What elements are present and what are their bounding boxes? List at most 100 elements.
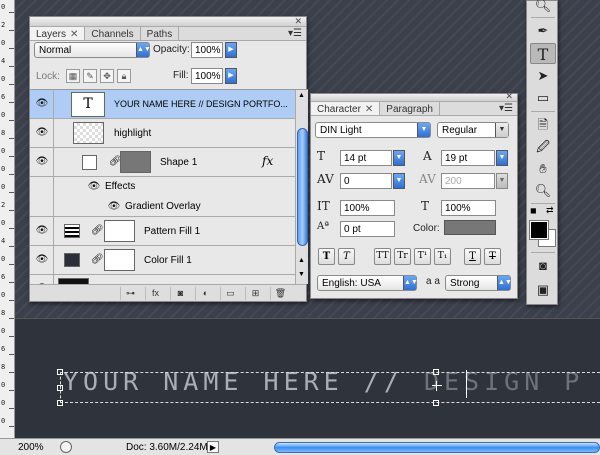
close-icon[interactable]: ✕ [505, 91, 513, 102]
tracking-field[interactable]: 200 [441, 173, 495, 189]
text-bounding-box[interactable] [60, 372, 600, 403]
fill-field[interactable]: 100% ▶ [191, 68, 237, 84]
zoom-level[interactable]: 200% [0, 442, 58, 453]
chevron-down-icon[interactable]: ▼ [393, 173, 405, 189]
horizontal-scale-field[interactable]: 100% [441, 200, 496, 216]
vertical-scale-field[interactable]: 100% [340, 200, 395, 216]
tab-paragraph[interactable]: Paragraph [380, 102, 440, 115]
tab-channels[interactable]: Channels [85, 27, 141, 40]
new-layer-icon[interactable]: ⊞ [245, 286, 265, 300]
layer-row-highlight[interactable]: 👁︎ highlight [30, 119, 308, 148]
tab-character[interactable]: Character ✕ [311, 102, 381, 115]
scroll-down-icon[interactable]: ▼ [298, 271, 305, 278]
quick-mask-icon[interactable]: ◙ [530, 255, 556, 276]
transform-handle[interactable] [57, 400, 63, 406]
font-family-select[interactable]: DIN Light ▼ [315, 122, 431, 138]
triangle-right-icon[interactable]: ▶ [207, 441, 219, 453]
rectangle-icon[interactable]: ▭ [530, 87, 556, 108]
font-style-select[interactable]: Regular ▼ [437, 122, 509, 138]
trash-icon[interactable]: 🗑︎ [270, 286, 290, 300]
chevron-down-icon[interactable]: ▼ [496, 150, 508, 166]
layer-row-pattern-fill[interactable]: 👁︎ 🔗︎ Pattern Fill 1 [30, 217, 308, 246]
transform-handle[interactable] [433, 400, 439, 406]
fx-icon[interactable]: fx [262, 154, 273, 168]
lock-transparency-icon[interactable]: ▦ [66, 69, 80, 83]
underline-button[interactable]: T [464, 248, 481, 265]
eye-icon[interactable]: 👁︎ [34, 98, 50, 110]
add-mask-icon[interactable]: ◙ [170, 286, 190, 300]
panel-menu-icon[interactable]: ▾☰ [499, 103, 513, 114]
close-tab-icon[interactable]: ✕ [365, 104, 373, 115]
eye-icon[interactable]: 👁︎ [86, 181, 102, 193]
layer-row-effects[interactable]: 👁︎ Effects [30, 177, 308, 197]
layer-row-color-fill[interactable]: 👁︎ 🔗︎ Color Fill 1 [30, 246, 308, 275]
pen-icon[interactable]: ✒ [530, 20, 556, 41]
leading-field[interactable]: 19 pt [441, 150, 495, 166]
info-icon[interactable] [60, 441, 72, 453]
eye-icon[interactable]: 👁︎ [34, 225, 50, 237]
chevron-down-icon[interactable]: ▼ [393, 150, 405, 166]
triangle-right-icon[interactable]: ▶ [225, 68, 237, 84]
layer-row-gradient-overlay[interactable]: 👁︎ Gradient Overlay [30, 197, 308, 217]
adjustment-layer-icon[interactable]: ◐ [195, 286, 215, 300]
scrollbar-thumb[interactable] [297, 128, 308, 246]
eyedropper-icon[interactable]: 🖉︎ [530, 136, 556, 157]
add-style-icon[interactable]: fx [145, 286, 165, 300]
eye-icon[interactable]: 👁︎ [34, 127, 50, 139]
eye-icon[interactable]: 👁︎ [34, 156, 50, 168]
font-size-field[interactable]: 14 pt [340, 150, 392, 166]
eye-icon[interactable]: 👁︎ [34, 254, 50, 266]
small-caps-button[interactable]: Tr [394, 248, 411, 265]
faux-bold-button[interactable]: T [318, 248, 335, 265]
kerning-field[interactable]: 0 [340, 173, 392, 189]
layer-row-partial[interactable]: 👁︎ [30, 275, 308, 284]
zoom-icon[interactable]: 🔍︎ [530, 180, 556, 201]
strikethrough-button[interactable]: T [484, 248, 501, 265]
new-group-icon[interactable]: ▭ [220, 286, 240, 300]
close-icon[interactable]: ✕ [294, 16, 302, 27]
triangle-right-icon[interactable]: ▶ [225, 42, 237, 58]
eye-icon[interactable]: 👁︎ [106, 201, 122, 213]
lock-move-icon[interactable]: ✥ [100, 69, 114, 83]
chevron-down-icon: ▲▼ [136, 43, 151, 57]
zoom-icon[interactable]: 🔍︎ [530, 0, 556, 16]
tab-paths[interactable]: Paths [141, 27, 180, 40]
path-selection-icon[interactable]: ➤ [530, 65, 556, 86]
layer-row-text[interactable]: 👁︎ T YOUR NAME HERE // DESIGN PORTFO... [30, 90, 308, 119]
transform-handle[interactable] [57, 385, 63, 391]
ruler-label: 0 [1, 39, 6, 47]
blend-mode-select[interactable]: Normal ▲▼ [34, 42, 151, 58]
character-titlebar[interactable]: ✕ [311, 91, 517, 102]
ruler-label: 4 [1, 237, 6, 245]
notes-icon[interactable]: 🗎︎ [530, 114, 556, 135]
transform-handle[interactable] [57, 369, 63, 375]
subscript-button[interactable]: T₁ [434, 248, 451, 265]
layer-row-shape[interactable]: 👁︎ 🔗︎ Shape 1 fx [30, 148, 308, 177]
lock-all-icon[interactable]: 🔒︎ [117, 69, 131, 83]
scroll-up-icon[interactable]: ▲ [298, 92, 305, 99]
default-colors-icon[interactable]: ◼ [530, 206, 537, 215]
transform-handle[interactable] [433, 369, 439, 375]
antialias-select[interactable]: Strong ▲▼ [445, 275, 512, 291]
scroll-up-icon[interactable]: ▲ [298, 257, 305, 264]
layers-titlebar[interactable]: ✕ [30, 16, 306, 27]
foreground-color-swatch[interactable] [529, 220, 549, 240]
baseline-shift-field[interactable]: 0 pt [340, 221, 395, 237]
hand-icon[interactable]: ✋︎ [530, 158, 556, 179]
panel-menu-icon[interactable]: ▾☰ [288, 28, 302, 39]
color-swatch[interactable] [444, 220, 496, 235]
link-layers-icon[interactable]: ⊶ [120, 286, 140, 300]
layers-scrollbar[interactable]: ▲ ▲ ▼ [295, 90, 308, 284]
swap-colors-icon[interactable]: ⇄ [546, 205, 554, 216]
type-tool-icon[interactable]: T [530, 43, 556, 64]
language-select[interactable]: English: USA ▲▼ [317, 275, 418, 291]
close-tab-icon[interactable]: ✕ [70, 29, 78, 40]
lock-brush-icon[interactable]: ✎ [83, 69, 97, 83]
tab-layers[interactable]: Layers ✕ [30, 27, 86, 40]
chevron-down-icon[interactable]: ▼ [496, 173, 508, 189]
opacity-field[interactable]: 100% ▶ [191, 42, 237, 58]
screen-mode-icon[interactable]: ▣ [530, 279, 556, 300]
all-caps-button[interactable]: TT [374, 248, 391, 265]
faux-italic-button[interactable]: T [338, 248, 355, 265]
superscript-button[interactable]: T¹ [414, 248, 431, 265]
